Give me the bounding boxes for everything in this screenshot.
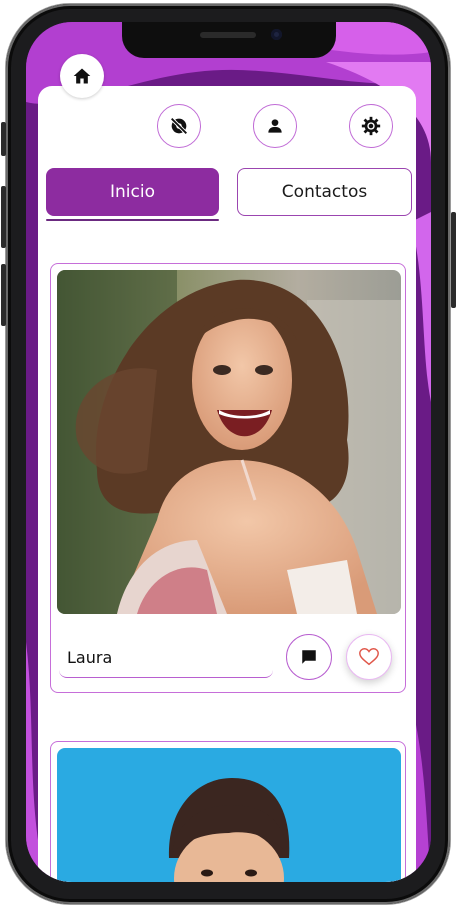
profile-card: Laura: [50, 263, 406, 693]
visibility-off-icon: [170, 117, 188, 135]
profile-button[interactable]: [253, 104, 297, 148]
settings-icon: [361, 116, 381, 136]
message-icon: [302, 650, 316, 664]
message-button[interactable]: [286, 634, 332, 680]
volume-up-button: [1, 186, 6, 248]
profile-name: Laura: [59, 638, 273, 678]
profile-photo[interactable]: [57, 748, 401, 882]
woman-laughing-photo: [57, 270, 401, 614]
mute-switch: [1, 122, 6, 156]
home-button[interactable]: [60, 54, 104, 98]
settings-button[interactable]: [349, 104, 393, 148]
card-footer: Laura: [51, 620, 405, 693]
home-icon: [73, 68, 91, 84]
app-panel: Inicio Contactos Laura: [38, 86, 416, 882]
hide-profile-button[interactable]: [157, 104, 201, 148]
volume-down-button: [1, 264, 6, 326]
earpiece-speaker: [200, 32, 256, 38]
tab-inicio[interactable]: Inicio: [46, 168, 219, 216]
phone-screen: Inicio Contactos Laura: [26, 22, 431, 882]
profile-card: [50, 741, 406, 882]
man-blue-background-photo: [57, 748, 401, 882]
power-button: [451, 212, 456, 308]
person-icon: [268, 119, 282, 133]
profile-photo[interactable]: [57, 270, 401, 614]
active-tab-indicator: [46, 219, 219, 221]
front-camera: [271, 29, 282, 40]
heart-icon: [359, 648, 379, 666]
tab-contactos[interactable]: Contactos: [237, 168, 412, 216]
like-button[interactable]: [346, 634, 392, 680]
notch: [122, 22, 336, 58]
